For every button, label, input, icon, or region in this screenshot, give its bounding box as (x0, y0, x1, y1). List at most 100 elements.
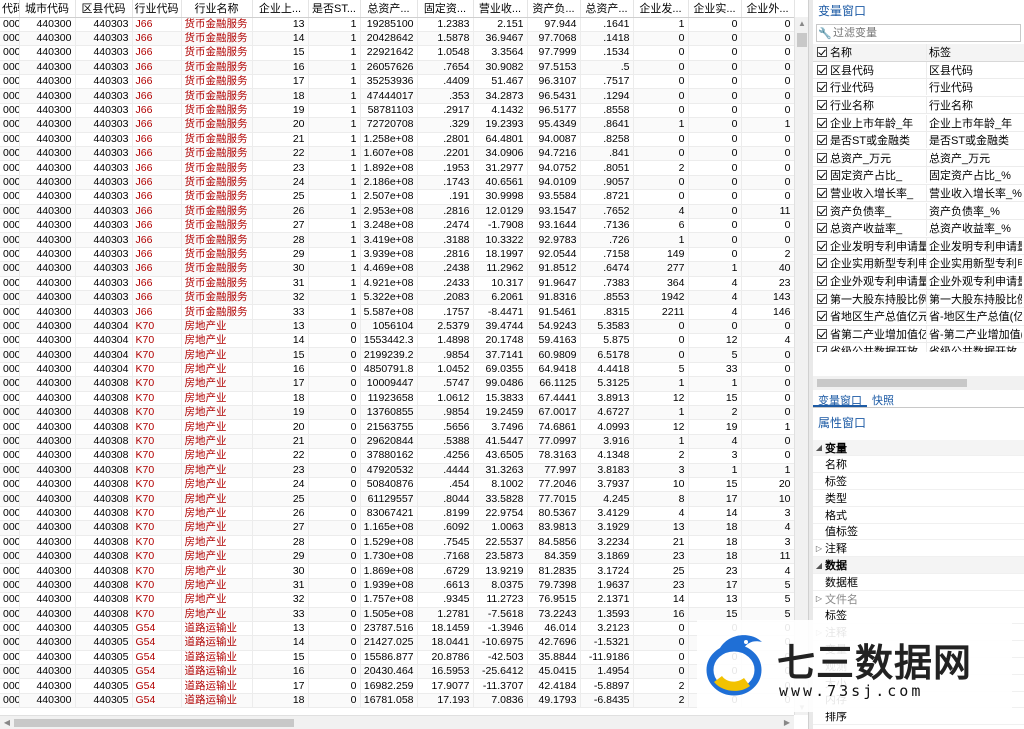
table-cell[interactable]: 0000 (0, 319, 20, 335)
table-cell[interactable]: 440303 (75, 103, 133, 119)
table-cell[interactable]: 0 (633, 621, 689, 637)
table-cell[interactable]: 97.5153 (527, 60, 581, 76)
table-cell[interactable]: 440303 (75, 247, 133, 263)
table-cell[interactable]: 5 (633, 362, 689, 378)
column-header[interactable]: 营业收... (473, 0, 528, 18)
table-cell[interactable]: 77.997 (527, 463, 581, 479)
table-cell[interactable]: 2199239.2 (360, 347, 418, 363)
table-row[interactable]: 0000440300440303J66货币金融服务131192851001.23… (0, 17, 808, 32)
table-cell[interactable]: 440303 (75, 45, 133, 61)
table-cell[interactable]: J66 (132, 232, 182, 248)
column-header[interactable]: 区县代码 (75, 0, 133, 18)
table-cell[interactable]: 77.2046 (527, 477, 581, 493)
table-cell[interactable]: 货币金融服务 (181, 247, 253, 263)
table-cell[interactable]: .6092 (417, 520, 474, 536)
table-cell[interactable]: 440300 (19, 506, 76, 522)
table-cell[interactable]: 440308 (75, 491, 133, 507)
table-cell[interactable]: 12.0129 (473, 204, 528, 219)
table-cell[interactable]: 73.2243 (527, 607, 581, 622)
table-cell[interactable]: 0000 (0, 391, 20, 407)
table-cell[interactable]: 0 (688, 160, 742, 176)
table-cell[interactable]: 77.7015 (527, 491, 581, 507)
table-cell[interactable]: 0 (688, 232, 742, 248)
table-cell[interactable]: 2.5379 (417, 319, 474, 335)
table-cell[interactable]: 92.9783 (527, 232, 581, 248)
table-cell[interactable]: 1.0548 (417, 45, 474, 61)
table-cell[interactable]: 28 (252, 535, 309, 550)
table-cell[interactable]: 440300 (19, 160, 76, 176)
table-cell[interactable]: .6474 (580, 261, 634, 277)
table-cell[interactable]: 1 (633, 17, 689, 32)
table-row[interactable]: 0000440300440303J66货币金融服务151229216421.05… (0, 45, 808, 61)
table-cell[interactable]: 440308 (75, 578, 133, 594)
table-cell[interactable]: .9854 (417, 347, 474, 363)
table-cell[interactable]: 1 (741, 463, 795, 479)
table-cell[interactable]: .1294 (580, 88, 634, 104)
table-cell[interactable]: 0000 (0, 635, 20, 651)
table-cell[interactable]: K70 (132, 549, 182, 565)
table-cell[interactable]: 440303 (75, 31, 133, 47)
table-cell[interactable]: K70 (132, 347, 182, 363)
table-cell[interactable]: 0 (741, 376, 795, 392)
table-cell[interactable]: 房地产业 (181, 319, 253, 335)
table-cell[interactable]: 25 (252, 189, 309, 205)
table-cell[interactable]: G54 (132, 678, 182, 694)
table-cell[interactable]: 0 (741, 132, 795, 148)
table-cell[interactable]: 0 (741, 189, 795, 205)
table-cell[interactable]: 道路运输业 (181, 650, 253, 666)
table-cell[interactable]: 15 (688, 391, 742, 407)
table-cell[interactable]: 0000 (0, 477, 20, 493)
table-row[interactable]: 0000440300440303J66货币金融服务2211.607e+08.22… (0, 146, 808, 162)
table-cell[interactable]: 14 (252, 31, 309, 47)
table-row[interactable]: 0000440300440303J66货币金融服务2412.186e+08.17… (0, 175, 808, 191)
table-cell[interactable]: 50840876 (360, 477, 418, 493)
table-cell[interactable]: 1.258e+08 (360, 132, 418, 148)
table-cell[interactable]: .1418 (580, 31, 634, 47)
variable-list-scrollbar[interactable] (813, 375, 1024, 390)
table-cell[interactable]: J66 (132, 218, 182, 234)
table-cell[interactable]: 货币金融服务 (181, 132, 253, 148)
table-cell[interactable]: 60.9809 (527, 347, 581, 363)
table-cell[interactable]: 14 (688, 506, 742, 522)
table-cell[interactable]: 1.529e+08 (360, 535, 418, 550)
table-cell[interactable]: 1.0612 (417, 391, 474, 407)
scroll-up-arrow-icon[interactable]: ▲ (795, 17, 809, 31)
table-cell[interactable]: .8553 (580, 290, 634, 306)
grid-vertical-scrollbar[interactable]: ▲ ▼ (794, 17, 808, 715)
column-header[interactable]: 行业代码 (132, 0, 182, 18)
table-cell[interactable]: 0000 (0, 664, 20, 680)
table-cell[interactable]: 0 (688, 45, 742, 61)
table-cell[interactable]: 1.0063 (473, 520, 528, 536)
table-cell[interactable]: 36.9467 (473, 31, 528, 47)
table-cell[interactable]: -1.3946 (473, 621, 528, 637)
table-cell[interactable]: 11 (741, 549, 795, 565)
table-cell[interactable]: .8044 (417, 491, 474, 507)
table-row[interactable]: 0000440300440303J66货币金融服务3315.587e+08.17… (0, 304, 808, 320)
table-cell[interactable]: 20428642 (360, 31, 418, 47)
table-cell[interactable]: 货币金融服务 (181, 290, 253, 306)
table-cell[interactable]: 440303 (75, 175, 133, 191)
table-cell[interactable]: 2 (633, 160, 689, 176)
table-cell[interactable]: .7158 (580, 247, 634, 263)
table-row[interactable]: 0000440300440308K70房地产业3201.757e+08.9345… (0, 592, 808, 608)
table-cell[interactable]: 33.5828 (473, 491, 528, 507)
table-cell[interactable]: 0 (741, 218, 795, 234)
table-cell[interactable]: 72720708 (360, 117, 418, 133)
table-row[interactable]: 0000440300440303J66货币金融服务2111.258e+08.28… (0, 132, 808, 148)
table-cell[interactable]: 440308 (75, 592, 133, 608)
table-row[interactable]: 0000440300440303J66货币金融服务141204286421.58… (0, 31, 808, 47)
table-cell[interactable]: 0 (741, 31, 795, 47)
table-cell[interactable]: 18 (688, 549, 742, 565)
collapsed-triangle-icon[interactable]: ▷ (813, 594, 825, 603)
table-cell[interactable]: 0000 (0, 463, 20, 479)
table-cell[interactable]: 19 (252, 405, 309, 421)
table-cell[interactable]: 1 (308, 204, 361, 219)
table-cell[interactable]: 440300 (19, 405, 76, 421)
table-cell[interactable]: 35.8844 (527, 650, 581, 666)
table-cell[interactable]: 5 (741, 592, 795, 608)
property-row[interactable]: ▷ 文件名 (813, 591, 1024, 608)
table-cell[interactable]: .2438 (417, 261, 474, 277)
table-cell[interactable]: 440300 (19, 477, 76, 493)
table-cell[interactable]: 货币金融服务 (181, 160, 253, 176)
table-cell[interactable]: 440305 (75, 664, 133, 680)
